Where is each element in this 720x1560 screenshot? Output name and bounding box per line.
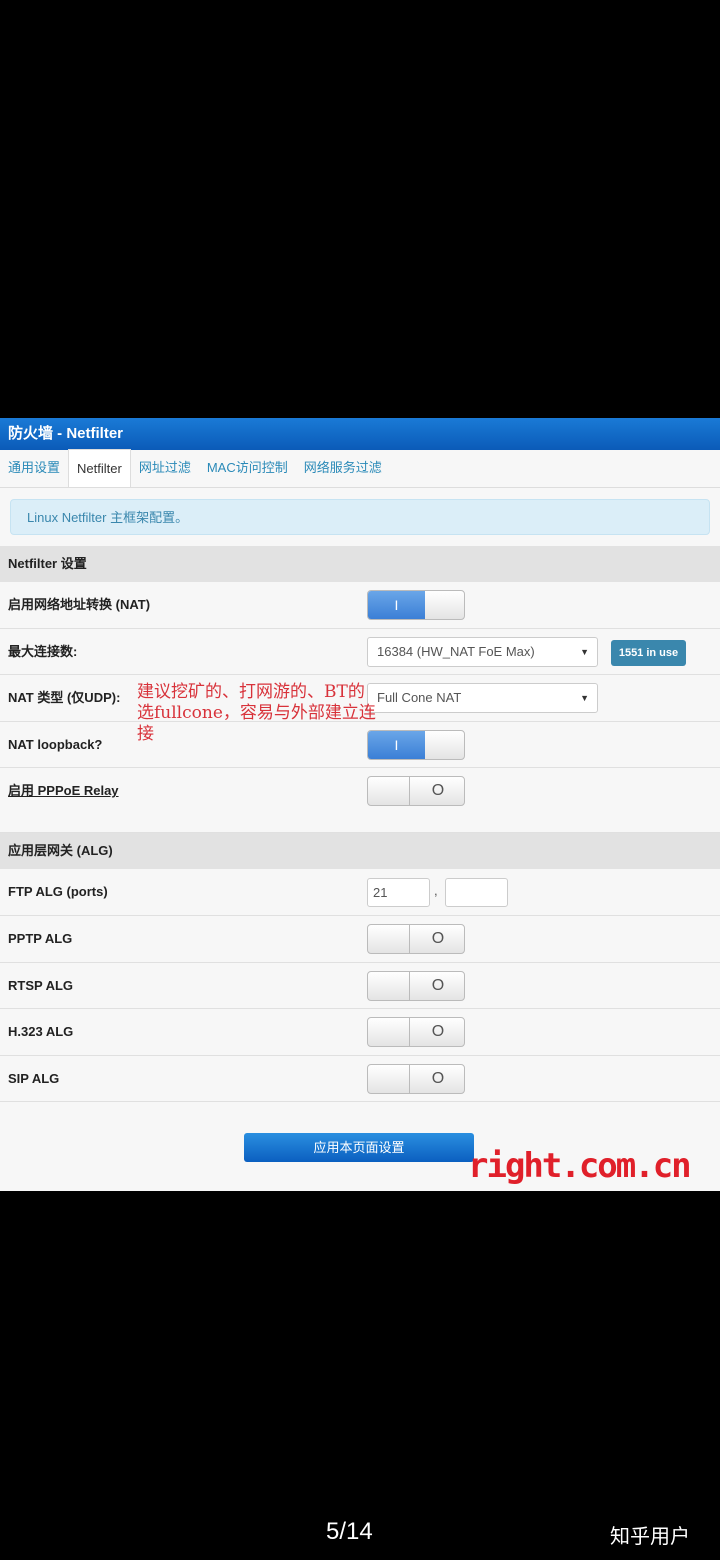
tab-url-filter[interactable]: 网址过滤: [131, 449, 199, 487]
tab-bar: 通用设置 Netfilter 网址过滤 MAC访问控制 网络服务过滤: [0, 449, 720, 488]
tab-service-filter[interactable]: 网络服务过滤: [296, 449, 390, 487]
nat-type-select[interactable]: Full Cone NAT ▼: [367, 683, 598, 714]
section-alg-header: 应用层网关 (ALG): [0, 833, 720, 870]
annotation-text: 建议挖矿的、打网游的、BT的选fullcone，容易与外部建立连接: [137, 682, 376, 744]
row-nat: 启用网络地址转换 (NAT) I: [0, 582, 720, 629]
row-ftp-alg: FTP ALG (ports) 21 ,: [0, 869, 720, 916]
row-pptp-alg: PPTP ALG O: [0, 915, 720, 963]
apply-settings-button[interactable]: 应用本页面设置: [244, 1133, 474, 1162]
row-pppoe-relay: 启用 PPPoE Relay O: [0, 768, 720, 834]
ftp-port-1-input[interactable]: 21: [367, 878, 430, 908]
nat-toggle[interactable]: I: [367, 590, 465, 620]
tab-general[interactable]: 通用设置: [0, 449, 68, 487]
chevron-down-icon: ▼: [580, 693, 589, 704]
row-h323-alg: H.323 ALG O: [0, 1009, 720, 1056]
pptp-alg-toggle[interactable]: O: [367, 923, 465, 954]
row-max-connections: 最大连接数: 16384 (HW_NAT FoE Max) ▼ 1551 in u…: [0, 628, 720, 676]
pppoe-relay-toggle[interactable]: O: [367, 776, 465, 807]
ftp-port-2-input[interactable]: [445, 878, 508, 908]
panel-title: 防火墙 - Netfilter: [0, 418, 720, 450]
chevron-down-icon: ▼: [580, 646, 589, 657]
firewall-panel: 防火墙 - Netfilter 通用设置 Netfilter 网址过滤 MAC访…: [0, 418, 720, 1191]
max-connections-select[interactable]: 16384 (HW_NAT FoE Max) ▼: [367, 636, 598, 667]
sip-alg-toggle[interactable]: O: [367, 1063, 465, 1094]
section-netfilter-header: Netfilter 设置: [0, 546, 720, 582]
h323-alg-toggle[interactable]: O: [367, 1017, 465, 1048]
info-alert: Linux Netfilter 主框架配置。: [10, 499, 710, 535]
tab-mac-access[interactable]: MAC访问控制: [199, 449, 296, 487]
connections-in-use-badge: 1551 in use: [611, 639, 686, 666]
author-name: 知乎用户: [610, 1526, 690, 1548]
page-indicator: 5/14: [326, 1518, 373, 1545]
nat-loopback-toggle[interactable]: I: [367, 729, 465, 760]
rtsp-alg-toggle[interactable]: O: [367, 970, 465, 1001]
row-rtsp-alg: RTSP ALG O: [0, 962, 720, 1010]
watermark: right.com.cn: [468, 1146, 692, 1186]
tab-netfilter[interactable]: Netfilter: [68, 449, 131, 487]
row-sip-alg: SIP ALG O: [0, 1055, 720, 1103]
